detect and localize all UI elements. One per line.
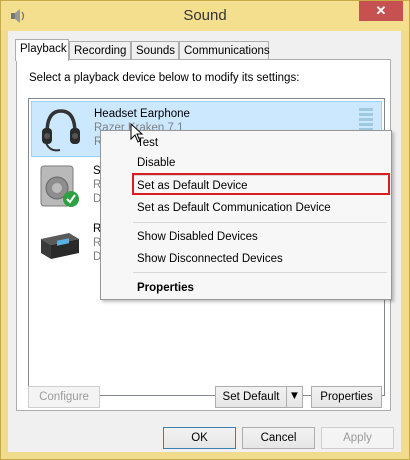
tab-recording[interactable]: Recording [69, 41, 131, 59]
tab-communications[interactable]: Communications [179, 41, 270, 59]
window-title: Sound [183, 7, 227, 24]
menu-item-set-default-device[interactable]: Set as Default Device [103, 176, 389, 196]
headset-icon [42, 109, 80, 152]
configure-button[interactable]: Configure [28, 386, 100, 408]
dropdown-arrow-icon: ▼ [288, 390, 301, 402]
cancel-button[interactable]: Cancel [242, 427, 315, 449]
instruction-text: Select a playback device below to modify… [29, 72, 300, 84]
menu-item-disable[interactable]: Disable [103, 153, 389, 173]
properties-button[interactable]: Properties [311, 386, 382, 408]
device-context-menu: Test Disable Set as Default Device Set a… [100, 130, 392, 300]
menu-item-show-disabled[interactable]: Show Disabled Devices [103, 227, 389, 247]
menu-item-properties[interactable]: Properties [103, 278, 389, 298]
speaker-icon [40, 165, 79, 207]
ok-button[interactable]: OK [163, 427, 236, 449]
apply-button[interactable]: Apply [321, 427, 394, 449]
menu-item-set-default-communication-device[interactable]: Set as Default Communication Device [103, 198, 389, 218]
title-bar[interactable]: Sound ✕ [1, 1, 409, 31]
receiver-icon [41, 233, 79, 259]
set-default-dropdown[interactable]: ▼ [286, 386, 303, 408]
close-button[interactable]: ✕ [359, 1, 403, 21]
mouse-cursor-icon [130, 123, 144, 143]
set-default-button[interactable]: Set Default [215, 386, 287, 408]
menu-item-show-disconnected[interactable]: Show Disconnected Devices [103, 249, 389, 269]
tab-sounds[interactable]: Sounds [131, 41, 179, 59]
tab-playback[interactable]: Playback [15, 39, 69, 61]
device-name: Headset Earphone [94, 108, 190, 120]
menu-separator [133, 222, 387, 223]
menu-item-test[interactable]: Test [103, 133, 389, 153]
menu-separator [133, 272, 387, 273]
